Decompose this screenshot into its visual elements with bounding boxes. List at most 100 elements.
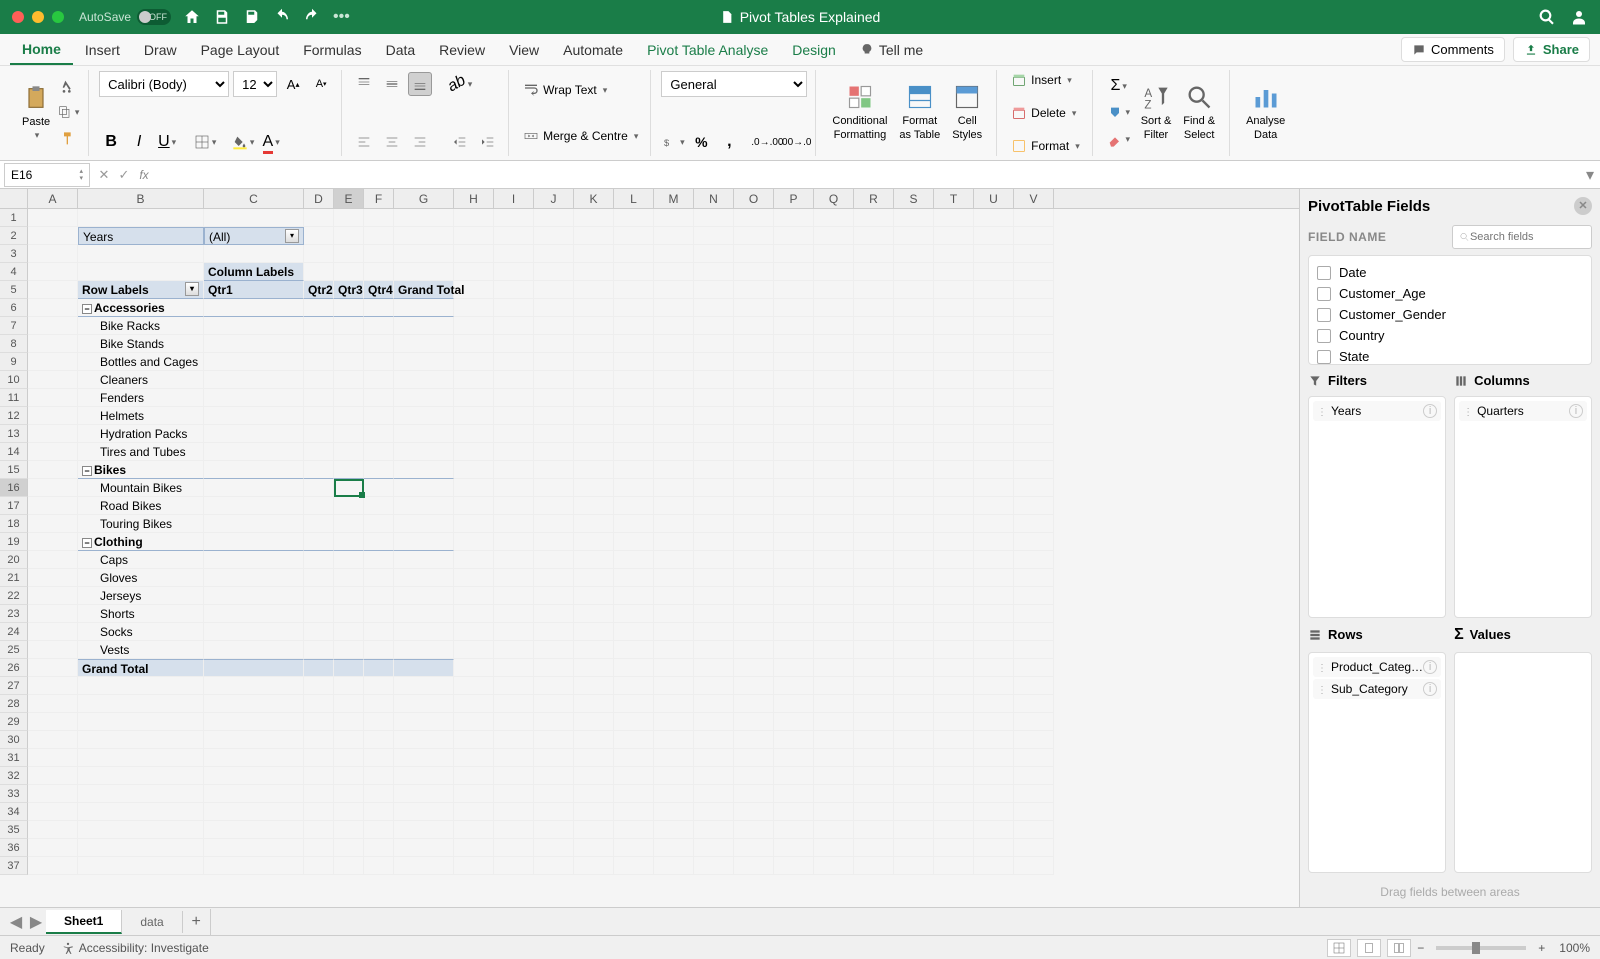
cell-T37[interactable] xyxy=(934,857,974,875)
cell-M18[interactable] xyxy=(654,515,694,533)
cell-Q23[interactable] xyxy=(814,605,854,623)
cell-A4[interactable] xyxy=(28,263,78,281)
cell-A37[interactable] xyxy=(28,857,78,875)
cell-F30[interactable] xyxy=(364,731,394,749)
cell-S22[interactable] xyxy=(894,587,934,605)
cell-A29[interactable] xyxy=(28,713,78,731)
cell-O9[interactable] xyxy=(734,353,774,371)
cell-H6[interactable] xyxy=(454,299,494,317)
cell-T2[interactable] xyxy=(934,227,974,245)
cell-T1[interactable] xyxy=(934,209,974,227)
row-header-26[interactable]: 26 xyxy=(0,659,28,677)
cell-N22[interactable] xyxy=(694,587,734,605)
wrap-text-button[interactable]: Wrap Text▾ xyxy=(519,70,642,110)
cell-T24[interactable] xyxy=(934,623,974,641)
cell-O20[interactable] xyxy=(734,551,774,569)
cell-A28[interactable] xyxy=(28,695,78,713)
cell-A9[interactable] xyxy=(28,353,78,371)
cell-B14[interactable]: Tires and Tubes xyxy=(78,443,204,461)
cell-B7[interactable]: Bike Racks xyxy=(78,317,204,335)
row-header-21[interactable]: 21 xyxy=(0,569,28,587)
cell-U20[interactable] xyxy=(974,551,1014,569)
cell-S35[interactable] xyxy=(894,821,934,839)
area-item-quarters[interactable]: ⋮Quartersi xyxy=(1459,401,1587,421)
cell-Q30[interactable] xyxy=(814,731,854,749)
cell-F9[interactable] xyxy=(364,353,394,371)
cell-E7[interactable] xyxy=(334,317,364,335)
cell-V10[interactable] xyxy=(1014,371,1054,389)
cell-F6[interactable] xyxy=(364,299,394,317)
cell-K11[interactable] xyxy=(574,389,614,407)
cell-N16[interactable] xyxy=(694,479,734,497)
cell-C33[interactable] xyxy=(204,785,304,803)
cell-J18[interactable] xyxy=(534,515,574,533)
cell-V16[interactable] xyxy=(1014,479,1054,497)
cell-A1[interactable] xyxy=(28,209,78,227)
spreadsheet[interactable]: ABCDEFGHIJKLMNOPQRSTUV 12Years(All)▾34Co… xyxy=(0,189,1300,907)
cell-K15[interactable] xyxy=(574,461,614,479)
cell-F32[interactable] xyxy=(364,767,394,785)
cell-I27[interactable] xyxy=(494,677,534,695)
cell-O6[interactable] xyxy=(734,299,774,317)
cell-K16[interactable] xyxy=(574,479,614,497)
cell-H33[interactable] xyxy=(454,785,494,803)
cell-T5[interactable] xyxy=(934,281,974,299)
cell-P14[interactable] xyxy=(774,443,814,461)
cell-E22[interactable] xyxy=(334,587,364,605)
cell-B36[interactable] xyxy=(78,839,204,857)
cell-C21[interactable] xyxy=(204,569,304,587)
cell-J5[interactable] xyxy=(534,281,574,299)
row-header-36[interactable]: 36 xyxy=(0,839,28,857)
cell-G7[interactable] xyxy=(394,317,454,335)
cell-B3[interactable] xyxy=(78,245,204,263)
cell-Q26[interactable] xyxy=(814,659,854,677)
cell-T22[interactable] xyxy=(934,587,974,605)
cell-C19[interactable] xyxy=(204,533,304,551)
column-header-T[interactable]: T xyxy=(934,189,974,208)
cell-O12[interactable] xyxy=(734,407,774,425)
cell-I14[interactable] xyxy=(494,443,534,461)
cell-E11[interactable] xyxy=(334,389,364,407)
cell-N4[interactable] xyxy=(694,263,734,281)
column-header-O[interactable]: O xyxy=(734,189,774,208)
cell-B12[interactable]: Helmets xyxy=(78,407,204,425)
cell-I10[interactable] xyxy=(494,371,534,389)
cell-E8[interactable] xyxy=(334,335,364,353)
cell-C2[interactable]: (All)▾ xyxy=(204,227,304,245)
cell-E17[interactable] xyxy=(334,497,364,515)
column-header-P[interactable]: P xyxy=(774,189,814,208)
cell-G17[interactable] xyxy=(394,497,454,515)
cell-M10[interactable] xyxy=(654,371,694,389)
cell-H30[interactable] xyxy=(454,731,494,749)
cell-T21[interactable] xyxy=(934,569,974,587)
cell-R5[interactable] xyxy=(854,281,894,299)
cell-J4[interactable] xyxy=(534,263,574,281)
cell-S27[interactable] xyxy=(894,677,934,695)
account-icon[interactable] xyxy=(1570,8,1588,26)
cell-V26[interactable] xyxy=(1014,659,1054,677)
sheet-tab-data[interactable]: data xyxy=(122,911,182,933)
cell-T34[interactable] xyxy=(934,803,974,821)
cell-Q21[interactable] xyxy=(814,569,854,587)
cell-S19[interactable] xyxy=(894,533,934,551)
area-item-years[interactable]: ⋮Yearsi xyxy=(1313,401,1441,421)
cell-O11[interactable] xyxy=(734,389,774,407)
cell-O21[interactable] xyxy=(734,569,774,587)
cell-D29[interactable] xyxy=(304,713,334,731)
cell-M5[interactable] xyxy=(654,281,694,299)
cell-H1[interactable] xyxy=(454,209,494,227)
cell-T29[interactable] xyxy=(934,713,974,731)
cell-Q32[interactable] xyxy=(814,767,854,785)
row-header-14[interactable]: 14 xyxy=(0,443,28,461)
cell-P2[interactable] xyxy=(774,227,814,245)
cell-J30[interactable] xyxy=(534,731,574,749)
fill-color-button[interactable]: ▾ xyxy=(231,130,255,154)
cell-V27[interactable] xyxy=(1014,677,1054,695)
cell-B19[interactable]: −Clothing xyxy=(78,533,204,551)
cell-N9[interactable] xyxy=(694,353,734,371)
cell-U11[interactable] xyxy=(974,389,1014,407)
cell-A27[interactable] xyxy=(28,677,78,695)
cell-V22[interactable] xyxy=(1014,587,1054,605)
cell-F35[interactable] xyxy=(364,821,394,839)
cell-B10[interactable]: Cleaners xyxy=(78,371,204,389)
